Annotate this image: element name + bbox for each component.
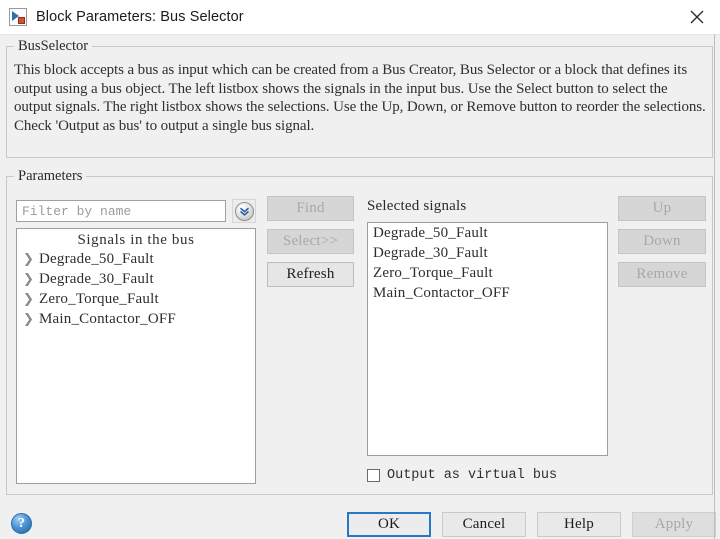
help-question-icon[interactable]: ? (11, 513, 32, 534)
simulink-block-icon (9, 8, 27, 26)
selected-signals-listbox[interactable]: Degrade_50_FaultDegrade_30_FaultZero_Tor… (367, 222, 608, 456)
signal-tree-item-label: Zero_Torque_Fault (39, 291, 159, 308)
remove-button[interactable]: Remove (618, 262, 706, 287)
chevron-right-icon[interactable]: ❯ (23, 251, 39, 267)
checkbox-box-icon (367, 469, 380, 482)
refresh-button[interactable]: Refresh (267, 262, 354, 287)
filter-by-name-input[interactable] (16, 200, 226, 222)
selected-signal-item[interactable]: Main_Contactor_OFF (368, 283, 607, 303)
select-button[interactable]: Select>> (267, 229, 354, 254)
help-button[interactable]: Help (537, 512, 621, 537)
chevron-double-down-icon[interactable] (232, 199, 256, 223)
close-icon[interactable] (674, 0, 720, 34)
output-as-virtual-bus-label: Output as virtual bus (387, 468, 557, 483)
signal-tree-item-label: Degrade_50_Fault (39, 251, 154, 268)
chevron-right-icon[interactable]: ❯ (23, 311, 39, 327)
title-bar: Block Parameters: Bus Selector (0, 0, 720, 35)
description-group-legend: BusSelector (14, 38, 92, 55)
signals-in-the-bus-listbox[interactable]: Signals in the bus ❯Degrade_50_Fault❯Deg… (16, 228, 256, 484)
down-button[interactable]: Down (618, 229, 706, 254)
window-title: Block Parameters: Bus Selector (36, 9, 244, 25)
ok-button[interactable]: OK (347, 512, 431, 537)
signal-tree-item-label: Degrade_30_Fault (39, 271, 154, 288)
output-as-virtual-bus-checkbox[interactable]: Output as virtual bus (367, 468, 557, 483)
signal-tree-item[interactable]: ❯Degrade_30_Fault (17, 269, 255, 289)
window-frame-right-edge (714, 34, 715, 539)
signals-list-header: Signals in the bus (17, 229, 255, 249)
selected-signal-item[interactable]: Zero_Torque_Fault (368, 263, 607, 283)
chevron-right-icon[interactable]: ❯ (23, 291, 39, 307)
signal-tree-item[interactable]: ❯Degrade_50_Fault (17, 249, 255, 269)
description-text: This block accepts a bus as input which … (14, 61, 706, 135)
selected-signal-item[interactable]: Degrade_30_Fault (368, 243, 607, 263)
parameters-group-legend: Parameters (14, 168, 86, 185)
chevron-right-icon[interactable]: ❯ (23, 271, 39, 287)
up-button[interactable]: Up (618, 196, 706, 221)
selected-signal-item[interactable]: Degrade_50_Fault (368, 223, 607, 243)
signal-tree-item[interactable]: ❯Main_Contactor_OFF (17, 309, 255, 329)
cancel-button[interactable]: Cancel (442, 512, 526, 537)
description-group: BusSelector This block accepts a bus as … (6, 46, 713, 158)
apply-button[interactable]: Apply (632, 512, 716, 537)
signal-tree-item[interactable]: ❯Zero_Torque_Fault (17, 289, 255, 309)
selected-signals-label: Selected signals (367, 198, 466, 215)
find-button[interactable]: Find (267, 196, 354, 221)
signal-tree-item-label: Main_Contactor_OFF (39, 311, 176, 328)
